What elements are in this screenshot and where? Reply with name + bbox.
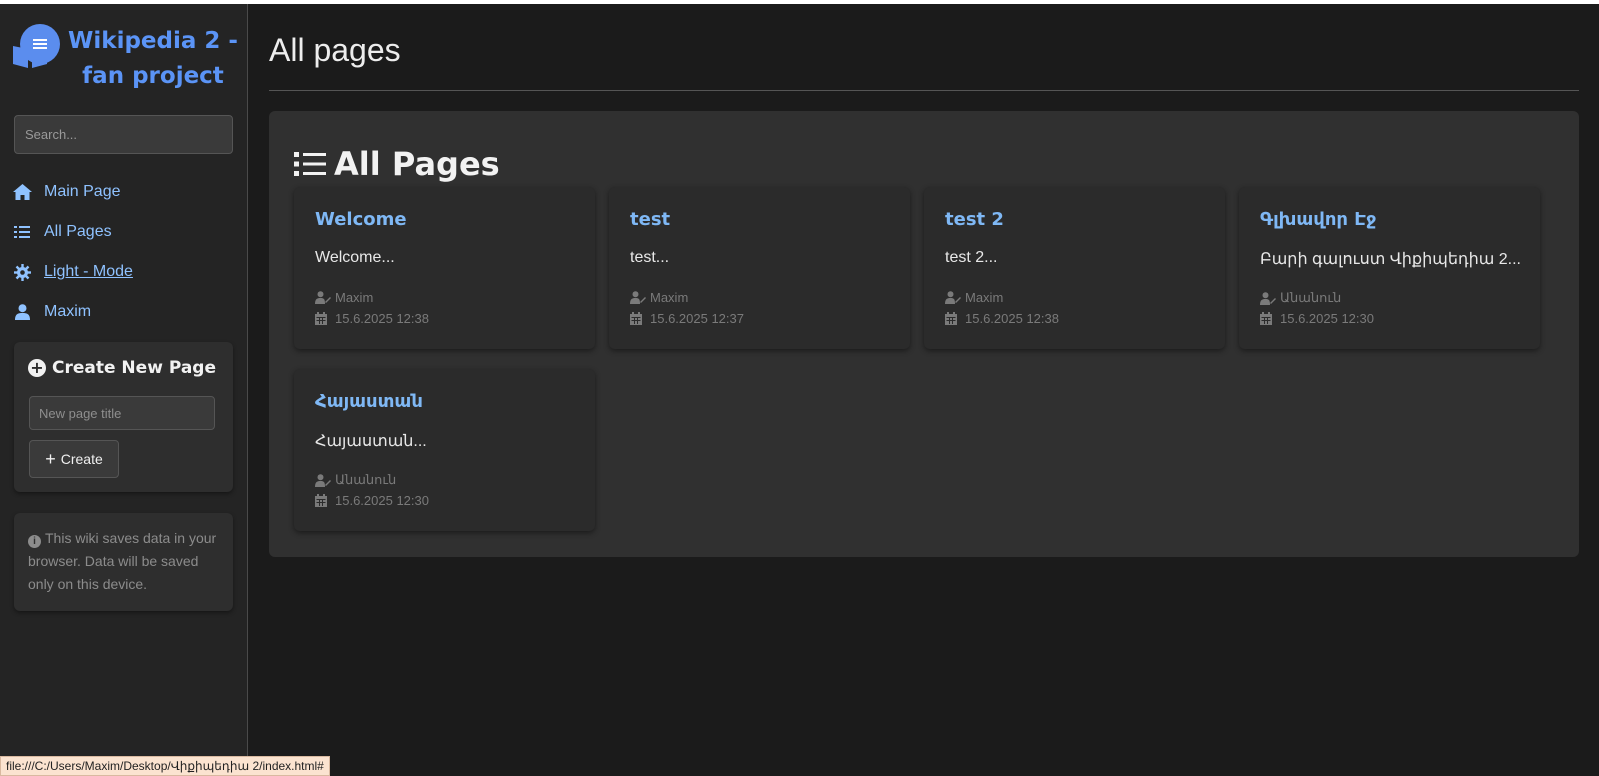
page-card-date: 15.6.2025 12:30 [315,493,429,508]
heading-divider [269,90,1579,91]
new-page-title-input[interactable] [29,396,215,430]
page-card-author-name: Maxim [965,290,1004,305]
gear-icon [12,263,32,281]
page-card-date-text: 15.6.2025 12:38 [965,311,1059,326]
home-icon [12,183,32,201]
page-card-date-text: 15.6.2025 12:37 [650,311,744,326]
page-card-title[interactable]: Welcome [315,209,407,230]
page-card-excerpt: Հայաստան... [315,433,427,450]
page-card-author-name: Maxim [650,290,689,305]
page-card-date: 15.6.2025 12:30 [1260,311,1374,326]
page-card-date-text: 15.6.2025 12:30 [1280,311,1374,326]
page-card[interactable]: test 2 test 2... Maxim 15.6.2025 12:38 [924,187,1225,349]
sidebar-item-light-mode[interactable]: Light - Mode [12,252,236,292]
page-card[interactable]: Հայաստան Հայաստան... Անանուն 15.6.2025 1… [294,369,595,531]
calendar-icon [315,494,331,507]
page-card-title[interactable]: Հայաստան [315,391,423,412]
page-card-title[interactable]: Գլխավոր Էջ [1260,209,1376,230]
calendar-icon [1260,312,1276,325]
create-page-panel: + Create New Page + Create [14,342,233,492]
calendar-icon [315,312,331,325]
storage-info-panel: i This wiki saves data in your browser. D… [14,513,233,611]
menu-icon [20,24,60,64]
page-card-author: Անանուն [315,472,396,488]
user-edit-icon [315,473,331,487]
page-card[interactable]: Գլխավոր Էջ Բարի գալուստ Վիքիպեդիա 2... Ա… [1239,187,1540,349]
create-button-label: Create [60,451,103,467]
plus-icon: + [45,449,56,469]
user-edit-icon [945,291,961,304]
create-page-title: Create New Page [52,358,216,378]
page-card-date: 15.6.2025 12:38 [315,311,429,326]
page-card-title[interactable]: test [630,209,670,230]
page-card-excerpt: Բարի գալուստ Վիքիպեդիա 2... [1260,251,1521,268]
calendar-icon [630,312,646,325]
storage-info-text: This wiki saves data in your browser. Da… [28,530,217,592]
page-card-author: Maxim [630,290,688,305]
create-button[interactable]: + Create [29,440,119,478]
page-card-title[interactable]: test 2 [945,209,1004,230]
page-card-author: Maxim [315,290,373,305]
sidebar-item-label: Light - Mode [44,263,133,280]
sidebar: Wikipedia 2 - fan project Main Page All … [0,4,248,776]
user-edit-icon [1260,291,1276,305]
page-card-author-name: Maxim [335,290,374,305]
sidebar-nav: Main Page All Pages Light - Mode Maxim [12,172,236,332]
list-icon [294,151,326,177]
calendar-icon [945,312,961,325]
search-input[interactable] [14,115,233,154]
all-pages-panel: All Pages Welcome Welcome... Maxim 15.6.… [269,111,1579,557]
sidebar-item-label: Main Page [44,183,121,200]
site-title[interactable]: Wikipedia 2 - fan project [68,24,238,94]
list-icon [12,223,32,241]
sidebar-item-user[interactable]: Maxim [12,292,236,332]
create-page-heading: + Create New Page [28,358,216,378]
user-edit-icon [315,291,331,304]
user-edit-icon [630,291,646,304]
status-bar-url: file:///C:/Users/Maxim/Desktop/Վիքիպեդիա… [0,756,330,776]
page-card-excerpt: Welcome... [315,249,395,266]
page-card-excerpt: test 2... [945,249,998,266]
info-icon: i [28,535,41,548]
page-card-excerpt: test... [630,249,670,266]
sidebar-item-all-pages[interactable]: All Pages [12,212,236,252]
sidebar-item-label: Maxim [44,303,92,320]
page-card[interactable]: Welcome Welcome... Maxim 15.6.2025 12:38 [294,187,595,349]
page-card-author: Maxim [945,290,1003,305]
page-card-date: 15.6.2025 12:37 [630,311,744,326]
panel-title: All Pages [334,145,500,183]
brand[interactable]: Wikipedia 2 - fan project [12,24,242,104]
page-card-date: 15.6.2025 12:38 [945,311,1059,326]
page-title: All pages [269,32,401,68]
page-card[interactable]: test test... Maxim 15.6.2025 12:37 [609,187,910,349]
page-card-author: Անանուն [1260,290,1341,306]
user-icon [12,303,32,321]
plus-circle-icon: + [28,359,46,377]
page-card-date-text: 15.6.2025 12:38 [335,311,429,326]
page-card-author-name: Անանուն [1280,290,1342,305]
sidebar-item-main-page[interactable]: Main Page [12,172,236,212]
panel-heading: All Pages [294,145,500,183]
page-card-author-name: Անանուն [335,472,397,487]
sidebar-item-label: All Pages [44,223,112,240]
page-card-date-text: 15.6.2025 12:30 [335,493,429,508]
